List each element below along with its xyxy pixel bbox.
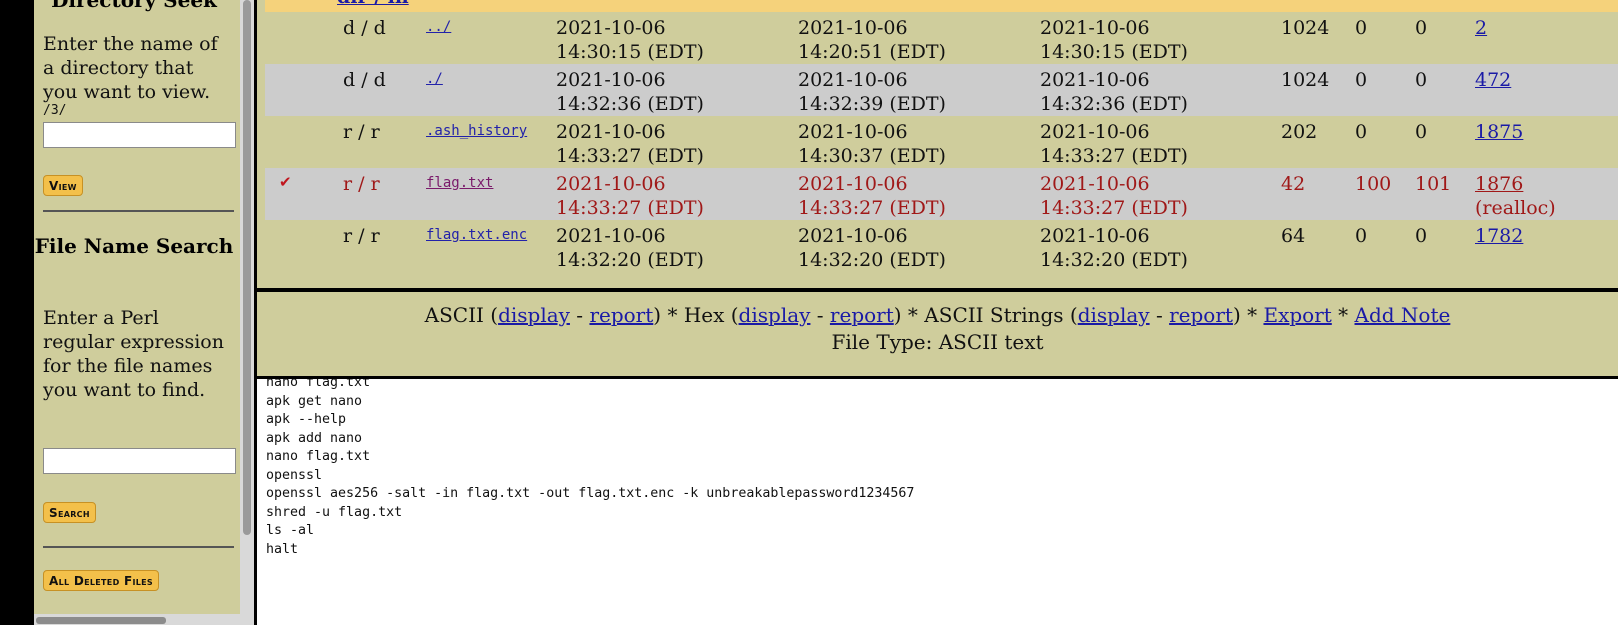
listing-header-row: dir / in [265,0,1618,12]
sidebar-horizontal-scrollbar[interactable] [34,614,240,625]
file-name-search-title: File Name Search [34,234,234,258]
directory-path: /3/ [43,103,67,118]
uid-cell: 0 [1355,69,1368,91]
uid-cell: 0 [1355,17,1368,39]
type-cell: r / r [343,121,380,143]
table-row[interactable]: r / r flag.txt.enc 2021-10-06 14:32:20 (E… [265,220,1618,272]
file-name-link[interactable]: ../ [426,15,451,39]
view-options: ASCII (display - report) * Hex (display … [424,303,1451,327]
table-row[interactable]: r / r .ash_history 2021-10-06 14:33:27 (E… [265,116,1618,168]
type-cell: d / d [343,17,386,39]
size-cell: 42 [1281,173,1306,195]
checkmark-icon: ✔ [279,173,292,191]
size-cell: 202 [1281,121,1318,143]
search-button[interactable]: Search [43,502,96,523]
accessed-time: 2021-10-06 14:32:39 (EDT) [798,69,946,115]
type-cell: d / d [343,69,386,91]
accessed-time: 2021-10-06 14:30:37 (EDT) [798,121,946,167]
directory-seek-description: Enter the name of a directory that you w… [43,33,218,103]
strings-report-link[interactable]: report [1169,303,1233,327]
uid-cell: 100 [1355,173,1392,195]
meta-link[interactable]: 1782 [1475,224,1523,248]
file-listing: dir / in d / d ../ 2021-10-0614:30:15 (E… [257,0,1618,288]
directory-input[interactable] [43,122,236,148]
gid-cell: 0 [1415,121,1428,143]
size-cell: 64 [1281,225,1306,247]
scrollbar-thumb[interactable] [243,0,251,535]
scrollbar-thumb[interactable] [36,617,166,624]
sidebar-vertical-scrollbar[interactable] [240,0,254,625]
gid-cell: 0 [1415,225,1428,247]
file-name-link[interactable]: ./ [426,67,443,91]
strings-label: ASCII Strings [924,303,1064,327]
written-time: 2021-10-06 14:32:20 (EDT) [556,225,704,271]
size-cell: 1024 [1281,69,1330,91]
accessed-time: 2021-10-06 14:33:27 (EDT) [798,173,946,219]
divider [43,210,234,212]
file-name-search-description: Enter a Perl regular expression for the … [43,307,224,401]
type-cell: r / r [343,173,380,195]
divider [43,546,234,548]
viewer-toolbar: ASCII (display - report) * Hex (display … [257,292,1618,376]
header-link[interactable]: dir / in [337,0,409,8]
left-edge [0,0,34,625]
table-row[interactable]: d / d ../ 2021-10-06 14:30:15 (EDT) 2021-… [265,12,1618,64]
uid-cell: 0 [1355,121,1368,143]
file-type: File Type: ASCII text [831,330,1044,354]
sidebar-panel: Directory Seek Enter the name of a direc… [34,0,240,614]
strings-display-link[interactable]: display [1078,303,1150,327]
main-frame: dir / in d / d ../ 2021-10-0614:30:15 (E… [257,0,1618,625]
table-row-deleted[interactable]: ✔ r / r flag.txt 2021-10-06 14:33:27 (EDT… [265,168,1618,220]
directory-seek-title: Directory Seek [51,0,217,12]
hex-report-link[interactable]: report [830,303,894,327]
meta-link[interactable]: 1875 [1475,120,1523,144]
file-content-pane[interactable]: nano flag.txt apk get nano apk --help ap… [257,379,1618,625]
hex-display-link[interactable]: display [739,303,811,327]
written-time: 2021-10-06 14:32:36 (EDT) [556,69,704,115]
table-row[interactable]: d / d ./ 2021-10-06 14:32:36 (EDT) 2021-1… [265,64,1618,116]
view-button[interactable]: View [43,175,83,196]
add-note-link[interactable]: Add Note [1355,303,1451,327]
changed-time: 2021-10-06 14:32:20 (EDT) [1040,225,1188,271]
hex-label: Hex [683,303,725,327]
file-name-link[interactable]: flag.txt [426,171,493,195]
all-deleted-files-button[interactable]: All Deleted Files [43,570,159,591]
accessed-time: 2021-10-06 14:20:51 (EDT) [798,17,946,63]
search-input[interactable] [43,448,236,474]
gid-cell: 0 [1415,17,1428,39]
size-cell: 1024 [1281,17,1330,39]
meta-link[interactable]: 2 [1475,16,1487,40]
changed-time: 2021-10-06 14:33:27 (EDT) [1040,121,1188,167]
meta-link[interactable]: 1876 [1475,172,1523,196]
written-time: 2021-10-06 14:33:27 (EDT) [556,173,704,219]
ascii-label: ASCII [424,303,484,327]
changed-time: 2021-10-06 14:33:27 (EDT) [1040,173,1188,219]
uid-cell: 0 [1355,225,1368,247]
file-name-link[interactable]: flag.txt.enc [426,223,527,247]
meta-link[interactable]: 472 [1475,68,1511,92]
gid-cell: 101 [1415,173,1452,195]
written-time: 2021-10-06 14:33:27 (EDT) [556,121,704,167]
changed-time: 2021-10-06 14:30:15 (EDT) [1040,17,1188,63]
changed-time: 2021-10-06 14:32:36 (EDT) [1040,69,1188,115]
realloc-note: (realloc) [1475,197,1556,219]
written-time: 2021-10-06 14:30:15 (EDT) [556,17,704,63]
accessed-time: 2021-10-06 14:32:20 (EDT) [798,225,946,271]
export-link[interactable]: Export [1263,303,1331,327]
file-name-link[interactable]: .ash_history [426,119,527,143]
ascii-display-link[interactable]: display [498,303,570,327]
type-cell: r / r [343,225,380,247]
file-content-text: nano flag.txt apk get nano apk --help ap… [266,379,915,557]
ascii-report-link[interactable]: report [589,303,653,327]
gid-cell: 0 [1415,69,1428,91]
